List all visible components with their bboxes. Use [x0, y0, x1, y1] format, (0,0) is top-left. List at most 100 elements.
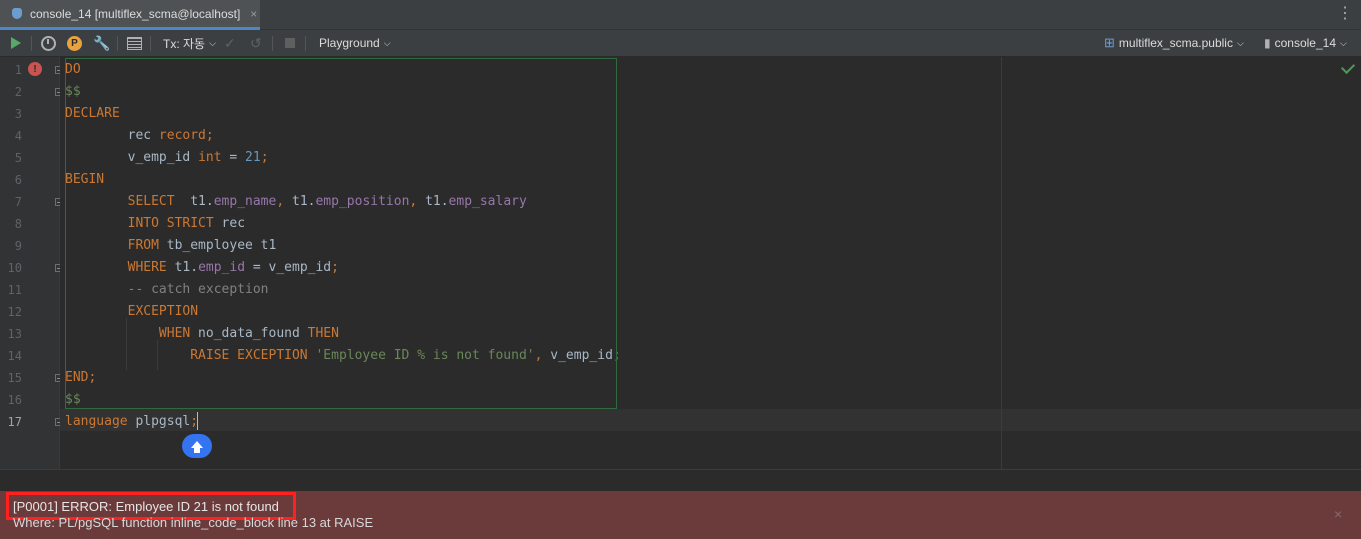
code-line[interactable]: $$ [65, 81, 81, 103]
code-line[interactable]: EXCEPTION [65, 301, 198, 323]
chevron-down-icon: ⌵ [1236, 37, 1244, 48]
code-line[interactable]: v_emp_id int = 21; [65, 147, 269, 169]
code-token: INTO STRICT [65, 216, 214, 231]
code-token: END; [65, 370, 97, 385]
output-layout-button[interactable] [127, 34, 142, 52]
text-caret [197, 412, 198, 430]
code-token: 'Employee ID % is not found' [315, 348, 535, 363]
editor-bottom-area [0, 469, 1361, 491]
error-icon[interactable]: ! [28, 62, 42, 76]
code-token: t1. [166, 260, 199, 275]
code-line[interactable]: END; [65, 367, 96, 389]
settings-button[interactable]: 🔧 [93, 34, 110, 52]
code-line[interactable]: language plpgsql; [65, 411, 198, 433]
tab-title: console_14 [multiflex_scma@localhost] [30, 6, 241, 21]
error-location: Where: PL/pgSQL function inline_code_blo… [13, 515, 374, 530]
code-token: DECLARE [65, 106, 120, 121]
line-number: 13 [7, 327, 22, 341]
chevron-down-icon: ⌵ [209, 37, 216, 48]
chevron-down-icon: ⌵ [1340, 37, 1347, 48]
code-token: t1. [174, 194, 214, 209]
code-token: t1. [292, 194, 316, 209]
execute-button[interactable] [11, 34, 21, 52]
code-line[interactable]: SELECT t1.emp_name, t1.emp_position, t1.… [65, 191, 527, 213]
line-number: 6 [14, 173, 22, 187]
code-token: -- catch exception [65, 282, 269, 297]
code-token: THEN [307, 326, 339, 341]
code-token: v_emp_id [550, 348, 613, 363]
stop-button[interactable] [285, 34, 295, 52]
toolbar-divider [117, 36, 118, 51]
schema-selector[interactable]: ⊞ multiflex_scma.public ⌵ [1104, 34, 1244, 52]
tab-close-icon[interactable]: × [250, 7, 257, 21]
code-token: no_data_found [190, 326, 308, 341]
code-token: v_emp_id [65, 150, 199, 165]
line-number: 1 [14, 63, 22, 77]
session-selector[interactable]: ▮ console_14 ⌵ [1264, 34, 1347, 52]
line-number: 7 [14, 195, 22, 209]
code-token: plpgsql [127, 414, 191, 429]
schema-label: multiflex_scma.public [1118, 36, 1233, 50]
line-number-gutter: 1 2 3 4 5 6 7 8 9 10 11 12 13 14 15 16 17 [0, 57, 63, 469]
code-token: emp_salary [448, 194, 527, 209]
table-icon [127, 36, 142, 50]
context-action-button[interactable] [182, 434, 212, 458]
indent-guide [126, 318, 127, 370]
code-token: record; [158, 128, 214, 143]
line-number: 2 [14, 85, 22, 99]
code-token: EXCEPTION [65, 304, 199, 319]
commit-button[interactable]: ✓ [224, 34, 236, 52]
console-toolbar: P 🔧 Tx: 자동 ⌵ ✓ ↺ Playground ⌵ ⊞ multifle… [0, 30, 1361, 57]
arrow-up-icon [191, 440, 203, 453]
postgres-icon [10, 7, 24, 21]
code-token: tb_employee t1 [158, 238, 277, 253]
code-line[interactable]: WHEN no_data_found THEN [65, 323, 339, 345]
session-label: console_14 [1274, 36, 1336, 50]
code-line[interactable]: WHERE t1.emp_id = v_emp_id; [65, 257, 339, 279]
line-number: 8 [14, 217, 22, 231]
code-token: WHERE [65, 260, 167, 275]
close-icon[interactable]: × [1334, 506, 1342, 522]
more-options-icon[interactable]: ⋮ [1337, 6, 1353, 22]
wrench-icon: 🔧 [93, 34, 111, 51]
code-line[interactable]: $$ [65, 389, 81, 411]
right-margin-guide [1001, 57, 1002, 469]
line-number: 4 [14, 129, 22, 143]
code-token: ; [612, 348, 621, 363]
code-line[interactable]: -- catch exception [65, 279, 269, 301]
code-token: emp_id [198, 260, 246, 275]
editor-tab-bar: console_14 [multiflex_scma@localhost] × … [0, 0, 1361, 30]
stop-icon [285, 38, 295, 48]
schema-icon: ⊞ [1104, 35, 1115, 50]
code-line[interactable]: DECLARE [65, 103, 120, 125]
clock-icon [41, 35, 56, 51]
code-line[interactable]: rec record; [65, 125, 214, 147]
playground-dropdown[interactable]: Playground ⌵ [319, 34, 391, 52]
code-line[interactable]: FROM tb_employee t1 [65, 235, 277, 257]
code-line[interactable]: RAISE EXCEPTION 'Employee ID % is not fo… [65, 345, 621, 367]
explain-plan-button[interactable]: P [67, 34, 82, 52]
tx-mode-dropdown[interactable]: Tx: 자동 ⌵ [163, 34, 216, 52]
code-line[interactable]: BEGIN [65, 169, 104, 191]
line-number: 9 [14, 239, 22, 253]
rollback-button[interactable]: ↺ [250, 34, 262, 52]
code-token: rec [65, 128, 159, 143]
tab-console-14[interactable]: console_14 [multiflex_scma@localhost] × [0, 0, 260, 30]
history-button[interactable] [41, 34, 56, 52]
line-number: 15 [7, 371, 22, 385]
toolbar-divider [150, 36, 151, 51]
check-icon: ✓ [224, 34, 236, 51]
code-token: = v_emp_id [245, 260, 332, 275]
code-line[interactable]: INTO STRICT rec [65, 213, 245, 235]
code-token: = [221, 150, 246, 165]
code-token: emp_position [315, 194, 410, 209]
code-token: WHEN [65, 326, 191, 341]
playground-label: Playground [319, 36, 380, 50]
error-message: [P0001] ERROR: Employee ID 21 is not fou… [13, 499, 279, 514]
code-token: , [409, 194, 426, 209]
line-number: 14 [7, 349, 22, 363]
code-line[interactable]: DO [65, 59, 81, 81]
session-icon: ▮ [1264, 36, 1271, 50]
code-editor[interactable]: DO $$ DECLARE rec record; v_emp_id int = 2… [60, 57, 1361, 469]
code-token: BEGIN [65, 172, 105, 187]
